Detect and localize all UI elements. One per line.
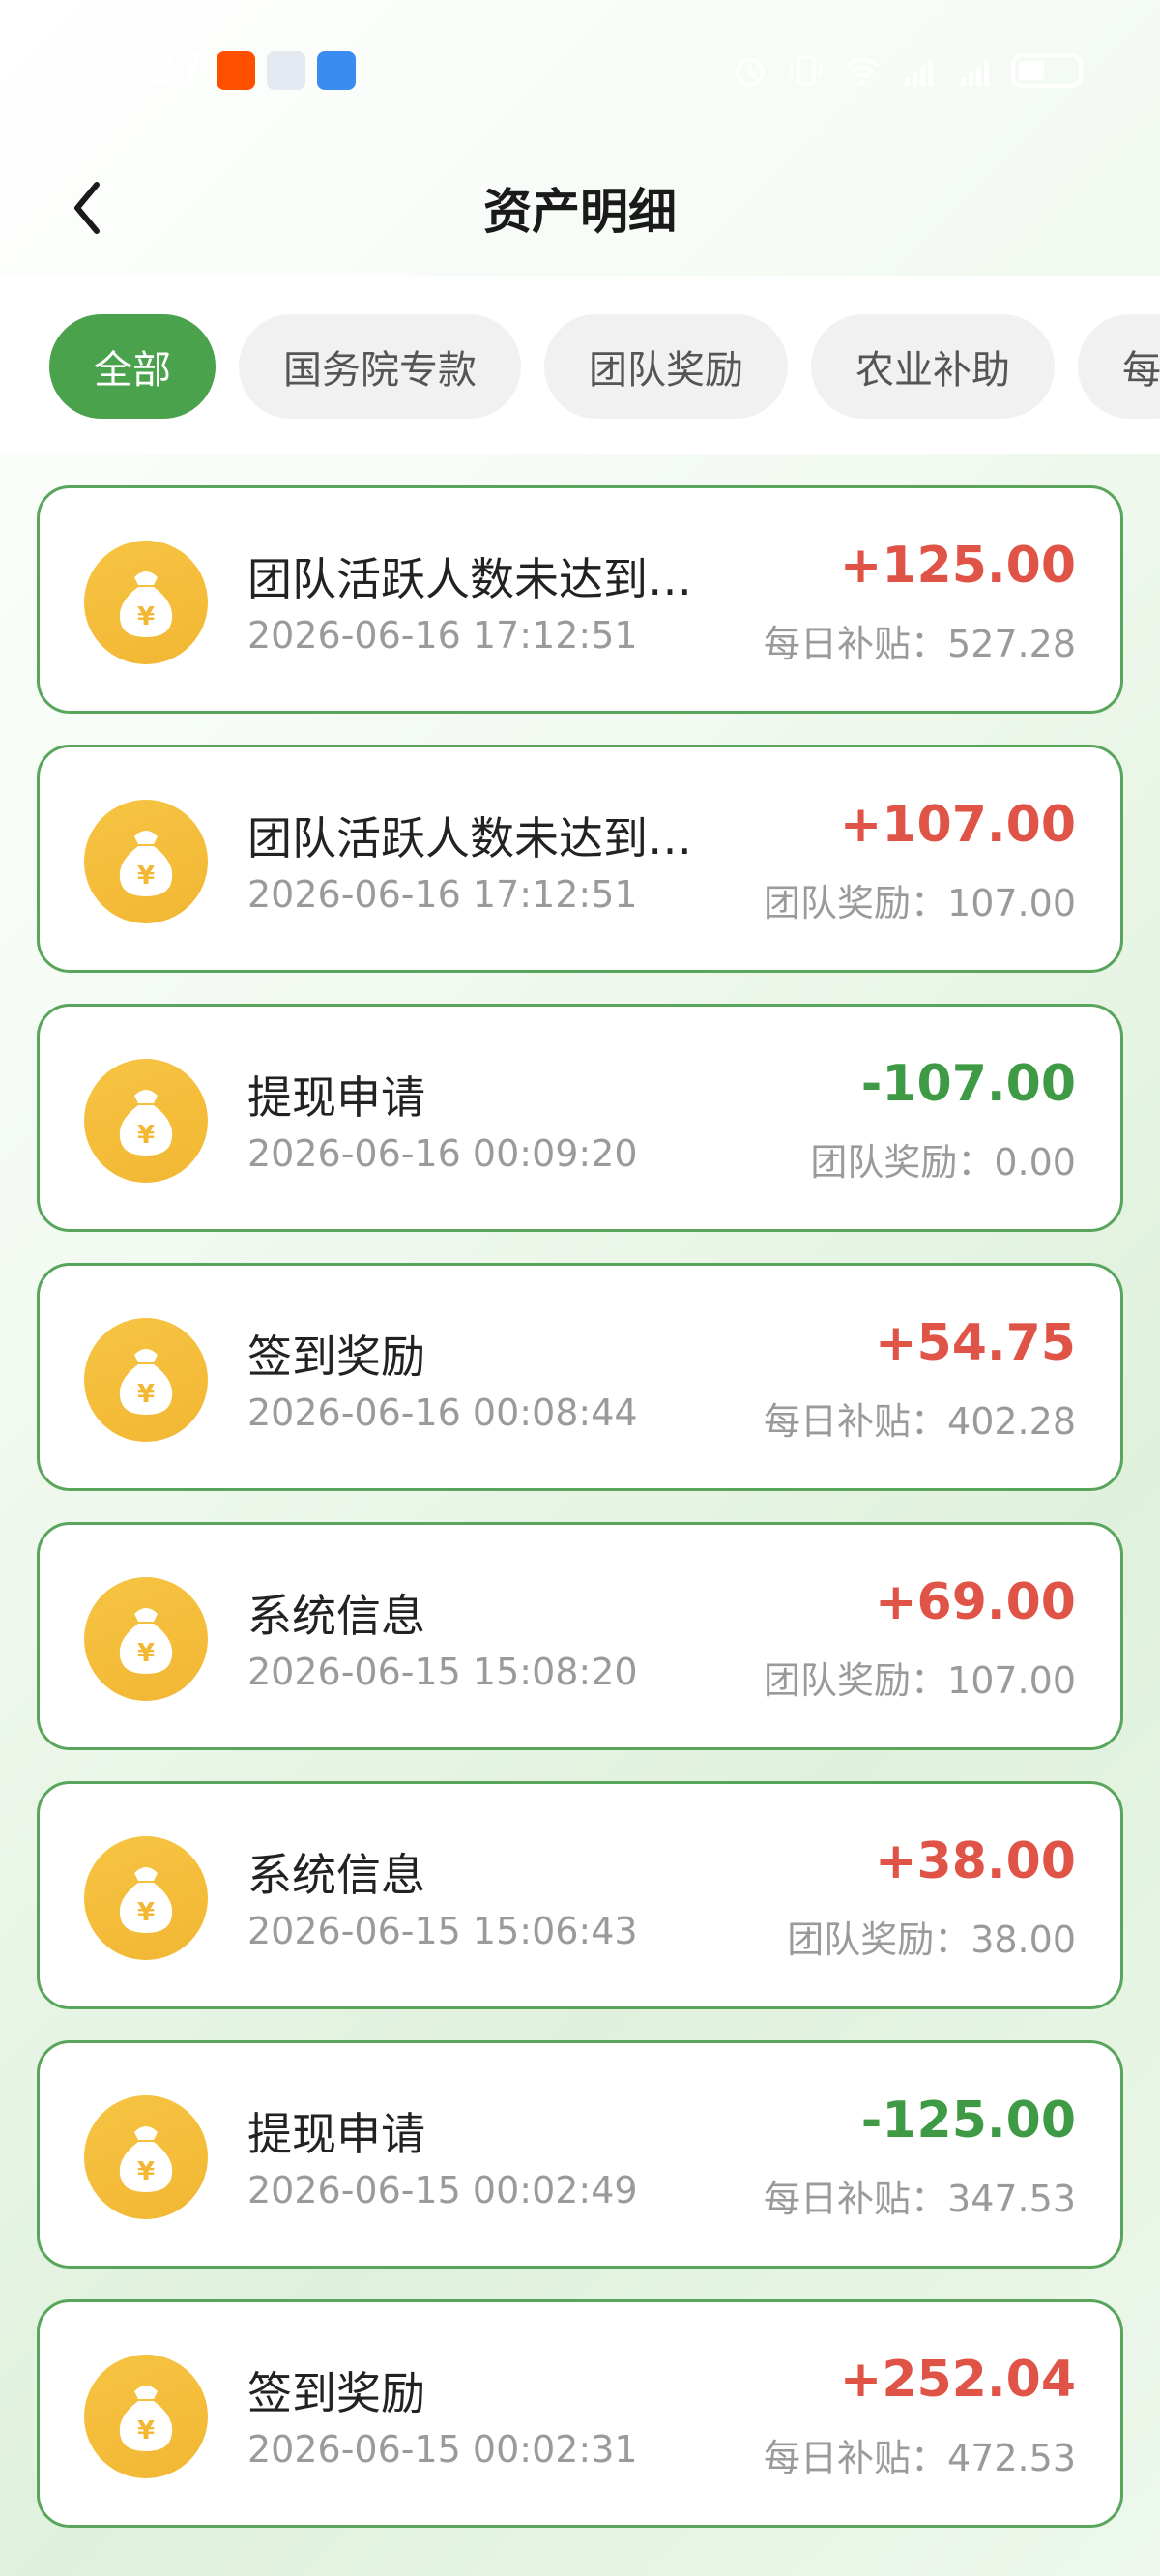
transaction-balance: 每日补贴：527.28 [764,623,1076,665]
transaction-title: 系统信息 [247,1849,425,1901]
transaction-balance: 团队奖励：107.00 [764,1659,1076,1702]
filter-tabs: 全部 国务院专款 团队奖励 农业补助每 [0,276,1160,454]
transaction-title: 提现申请 [247,1071,425,1124]
nav-bar: 资产明细 [0,140,1160,276]
transaction-amount: +54.75 [874,1314,1076,1372]
transaction-time: 2026-06-16 17:12:51 [247,614,638,657]
transaction-balance: 团队奖励：0.00 [810,1141,1076,1184]
svg-text:¥: ¥ [137,2416,155,2445]
transaction-amount: -125.00 [860,2092,1076,2150]
transaction-amount: +69.00 [874,1573,1076,1631]
transaction-title: 签到奖励 [247,2367,425,2419]
transaction-balance: 团队奖励：107.00 [764,882,1076,924]
cloud-app-icon [266,50,305,90]
transaction-card[interactable]: ¥ 提现申请 2026-06-15 00:02:49 -125.00 每日补贴：… [37,2040,1123,2269]
taobao-app-icon [216,50,255,90]
transaction-card[interactable]: ¥ 团队活跃人数未达到… 2026-06-16 17:12:51 +125.00… [37,485,1123,714]
transaction-title: 签到奖励 [247,1331,425,1383]
chevron-left-icon [74,182,100,234]
money-bag-icon: ¥ [84,2095,208,2219]
alarm-icon [736,57,765,87]
status-time: 18:27 [77,45,205,95]
tab-4[interactable]: 每 [1078,314,1160,419]
transaction-card[interactable]: ¥ 提现申请 2026-06-16 00:09:20 -107.00 团队奖励：… [37,1004,1123,1232]
money-bag-icon: ¥ [84,1318,208,1442]
transaction-time: 2026-06-16 17:12:51 [247,873,638,916]
vibrate-icon [790,55,823,85]
money-bag-icon: ¥ [84,1059,208,1183]
tab-list: 全部 国务院专款 团队奖励 农业补助每 [49,314,1160,419]
money-bag-icon: ¥ [84,1836,208,1960]
back-button[interactable] [58,169,116,247]
page-title: 资产明细 [483,184,677,240]
tab-3[interactable]: 农业补助 [811,314,1055,419]
money-bag-icon: ¥ [84,2355,208,2478]
tab-0[interactable]: 全部 [49,314,216,419]
transaction-amount: +125.00 [839,537,1076,595]
svg-text:¥: ¥ [137,2157,155,2186]
svg-text:¥: ¥ [137,1639,155,1668]
transaction-balance: 团队奖励：38.00 [787,1918,1076,1961]
transaction-title: 团队活跃人数未达到… [247,812,692,864]
transaction-card[interactable]: ¥ 签到奖励 2026-06-15 00:02:31 +252.04 每日补贴：… [37,2299,1123,2528]
transaction-card[interactable]: ¥ 系统信息 2026-06-15 15:08:20 +69.00 团队奖励：1… [37,1522,1123,1750]
status-bar: 18:27 [0,0,1160,140]
signal-5g-icon-2 [961,60,989,86]
transaction-amount: -107.00 [860,1055,1076,1113]
transaction-time: 2026-06-15 15:08:20 [247,1651,638,1693]
transaction-time: 2026-06-16 00:08:44 [247,1391,638,1434]
transaction-title: 系统信息 [247,1590,425,1642]
svg-text:¥: ¥ [137,862,155,891]
money-bag-icon: ¥ [84,1577,208,1701]
transaction-balance: 每日补贴：402.28 [764,1400,1076,1443]
svg-text:¥: ¥ [137,1121,155,1150]
transaction-time: 2026-06-15 00:02:31 [247,2428,638,2471]
transaction-amount: +38.00 [874,1832,1076,1890]
transaction-title: 提现申请 [247,2108,425,2160]
transaction-time: 2026-06-15 00:02:49 [247,2169,638,2211]
transaction-list: ¥ 团队活跃人数未达到… 2026-06-16 17:12:51 +125.00… [37,485,1123,2559]
transaction-time: 2026-06-15 15:06:43 [247,1910,638,1952]
svg-text:¥: ¥ [137,1898,155,1927]
transaction-balance: 每日补贴：347.53 [764,2178,1076,2220]
money-bag-icon: ¥ [84,541,208,664]
transaction-time: 2026-06-16 00:09:20 [247,1132,638,1175]
signal-5g-icon [905,60,933,86]
transaction-amount: +107.00 [839,796,1076,854]
svg-text:¥: ¥ [137,602,155,631]
wifi-icon [845,57,880,86]
tab-2[interactable]: 团队奖励 [544,314,788,419]
money-bag-icon: ¥ [84,800,208,923]
transaction-title: 团队活跃人数未达到… [247,553,692,605]
transaction-balance: 每日补贴：472.53 [764,2437,1076,2479]
tab-1[interactable]: 国务院专款 [239,314,521,419]
transaction-card[interactable]: ¥ 签到奖励 2026-06-16 00:08:44 +54.75 每日补贴：4… [37,1263,1123,1491]
status-left: 18:27 [77,45,356,95]
weather-app-icon [316,50,356,90]
status-right [731,51,1083,90]
transaction-amount: +252.04 [839,2351,1076,2409]
transaction-card[interactable]: ¥ 团队活跃人数未达到… 2026-06-16 17:12:51 +107.00… [37,745,1123,973]
battery-icon [1011,52,1083,88]
svg-text:¥: ¥ [137,1380,155,1409]
transaction-card[interactable]: ¥ 系统信息 2026-06-15 15:06:43 +38.00 团队奖励：3… [37,1781,1123,2009]
